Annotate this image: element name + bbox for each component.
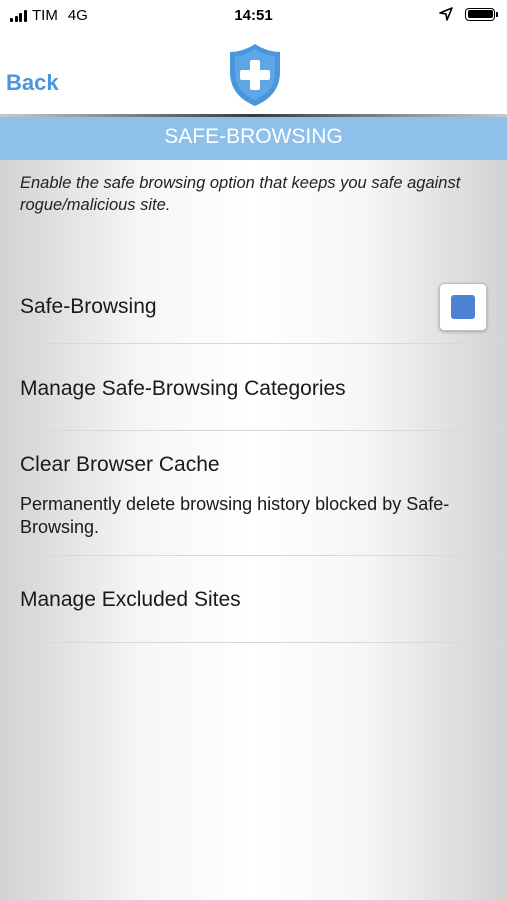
page-title: SAFE-BROWSING [0, 117, 507, 160]
navigation-bar: Back [0, 32, 507, 114]
battery-icon [465, 7, 498, 21]
clear-cache-row[interactable]: Clear Browser Cache Permanently delete b… [0, 431, 507, 556]
settings-content: Enable the safe browsing option that kee… [0, 160, 507, 900]
manage-categories-row[interactable]: Manage Safe-Browsing Categories [0, 344, 507, 431]
shield-cross-icon [230, 44, 280, 106]
safe-browsing-checkbox[interactable] [439, 283, 487, 331]
safe-browsing-row[interactable]: Safe-Browsing [0, 160, 507, 344]
status-bar: TIM 4G 14:51 [0, 0, 507, 32]
excluded-sites-label: Manage Excluded Sites [20, 588, 241, 611]
status-right [439, 7, 498, 21]
safe-browsing-label: Safe-Browsing [20, 295, 157, 318]
location-arrow-icon [439, 7, 453, 21]
excluded-sites-row[interactable]: Manage Excluded Sites [0, 556, 507, 643]
checkbox-checked-indicator [451, 295, 475, 319]
back-button[interactable]: Back [6, 70, 59, 96]
status-time: 14:51 [234, 7, 273, 24]
clear-cache-label: Clear Browser Cache [20, 453, 220, 476]
clear-cache-description: Permanently delete browsing history bloc… [20, 494, 450, 537]
manage-categories-label: Manage Safe-Browsing Categories [20, 377, 346, 400]
